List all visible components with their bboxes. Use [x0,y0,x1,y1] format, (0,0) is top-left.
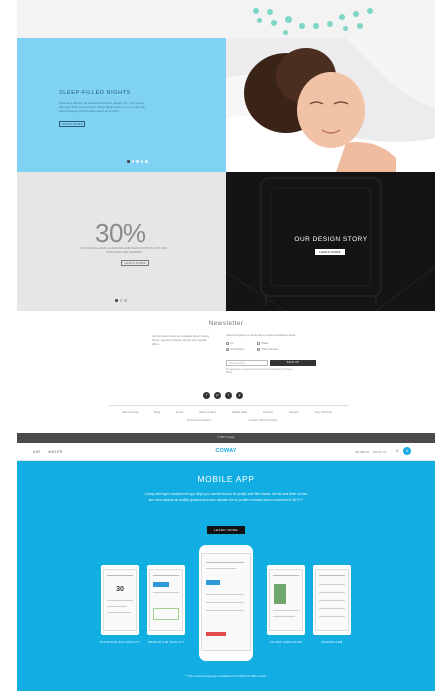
mobile-app-title: MOBILE APP [197,474,255,484]
footer-links: About Coway Blog Press Where to Buy Glob… [122,410,332,414]
sleeping-woman-image [226,38,435,172]
stat-value: 30% [95,218,146,248]
account-links[interactable]: SEARCH · SIGN IN [355,450,386,454]
pager-dot[interactable] [124,299,127,302]
sleep-learn-more-button[interactable]: LEARN MORE [59,121,85,127]
phone-value: 30 [116,586,124,593]
stat-slider-pager[interactable] [115,299,127,302]
website-frame: SLEEP-FILLED NIGHTS Quiet and efficient … [17,0,435,691]
newsletter-description: Get the latest news and updates about Co… [152,334,210,346]
air-quality-bar [153,582,169,587]
phone-screen [201,553,251,651]
decor-dot [271,20,277,26]
design-story-button[interactable]: LEARN MORE [315,249,345,255]
status-badge [206,580,220,585]
footer-link[interactable]: Careers [263,410,273,414]
decor-dot [353,11,359,17]
newsletter-fine-print: By signing up you agree to the Terms and… [226,369,293,374]
air-quality-chart [153,608,179,620]
copyright-bar: © 2017 Coway [17,433,435,443]
sleep-title: SLEEP-FILLED NIGHTS [59,90,131,96]
checkbox-icon[interactable] [257,348,260,351]
newsletter-title: Newsletter [208,320,244,327]
facebook-icon[interactable]: f [203,392,210,399]
signup-button[interactable]: SIGN UP [270,360,316,366]
phone-screen: 30 [103,569,137,631]
filter-image [274,584,286,604]
social-links: f p i y [203,392,243,399]
footer-link[interactable]: Stay Informed [315,410,332,414]
decor-dot [267,9,273,15]
checkbox-icon[interactable] [226,342,229,345]
footer-link[interactable]: Global Sites [232,410,247,414]
phone-screen [269,569,303,631]
design-story-title: OUR DESIGN STORY [294,236,368,243]
phone-scheduler [313,565,351,635]
footer-link[interactable]: Cookie / Privacy Policy [249,418,277,422]
page: SLEEP-FILLED NIGHTS Quiet and efficient … [0,0,439,691]
pager-dot[interactable] [127,160,130,163]
mobile-app-text: Coway Airmega's smartphone app helps you… [144,492,308,502]
checkbox-icon[interactable] [257,342,260,345]
site-header: AIR WATER COWAY SEARCH · SIGN IN ⌕ 0 [17,443,435,461]
instagram-icon[interactable]: i [225,392,232,399]
pager-dot[interactable] [115,299,118,302]
stat-text: OF PEOPLE HAVE ALLERGIES AND REACTIONS T… [80,246,168,254]
search-icon[interactable]: ⌕ [396,449,399,454]
decor-dot [285,16,292,23]
stat-learn-more-button[interactable]: LEARN MORE [121,260,149,266]
mobile-app-section: MOBILE APP Coway Airmega's smartphone ap… [17,461,435,691]
decor-dot [283,30,288,35]
phone-screen [149,569,183,631]
pinterest-icon[interactable]: p [214,392,221,399]
pager-dot[interactable] [131,160,134,163]
footer-link[interactable]: Support [289,410,299,414]
caption-indoor-air: INDOOR AIR QUALITY [147,640,185,644]
decor-dot [327,21,333,27]
app-footnote: ** The Coway Airmega app is available fo… [185,675,267,678]
footer-legal-links: Terms & Conditions Cookie / Privacy Poli… [187,418,277,422]
phone-main [199,545,253,661]
email-input[interactable]: Email Address [226,360,268,366]
decor-dot [257,18,262,23]
sleeping-woman-photo [226,38,435,172]
footer-link[interactable]: About Coway [122,410,139,414]
checkbox-icon[interactable] [226,348,229,351]
footer-link[interactable]: Where to Buy [199,410,216,414]
decor-dot [253,8,259,14]
newsletter-option-water[interactable]: Water [257,342,268,345]
youtube-icon[interactable]: y [236,392,243,399]
decor-dot [343,26,348,31]
alert-bar [206,632,226,636]
footer-link[interactable]: Terms & Conditions [187,418,211,422]
pager-dot[interactable] [145,160,148,163]
decor-dot [357,23,363,29]
phone-indoor-air [147,565,185,635]
sleep-text: Quiet and efficient air purifiers that w… [59,101,145,113]
pager-dot[interactable] [119,299,122,302]
top-banner [17,0,435,38]
pager-dot[interactable] [140,160,143,163]
phone-filter [267,565,305,635]
pager-dot[interactable] [136,160,139,163]
decor-dot [367,8,373,14]
decor-dot [313,23,319,29]
caption-scheduler: SCHEDULER [321,640,343,644]
footer-link[interactable]: Press [176,410,183,414]
newsletter-option-air[interactable]: Air [226,342,234,345]
phone-outdoor-air: 30 [101,565,139,635]
decor-dot [299,23,305,29]
newsletter-option-water-purifiers[interactable]: Water Purifiers [257,348,279,351]
sleep-slider-pager[interactable] [127,160,148,163]
decor-dot [339,14,345,20]
footer-link[interactable]: Blog [155,410,161,414]
cart-icon[interactable]: 0 [403,447,411,455]
phone-screen [315,569,349,631]
newsletter-form-text: Select the topics you would like to rece… [226,334,296,337]
footer-divider [109,405,349,406]
mobile-app-learn-more-button[interactable]: LEARN MORE [207,526,245,534]
newsletter-option-air-purifiers[interactable]: Air Purifiers [226,348,244,351]
newsletter-section: Newsletter Get the latest news and updat… [17,311,435,433]
